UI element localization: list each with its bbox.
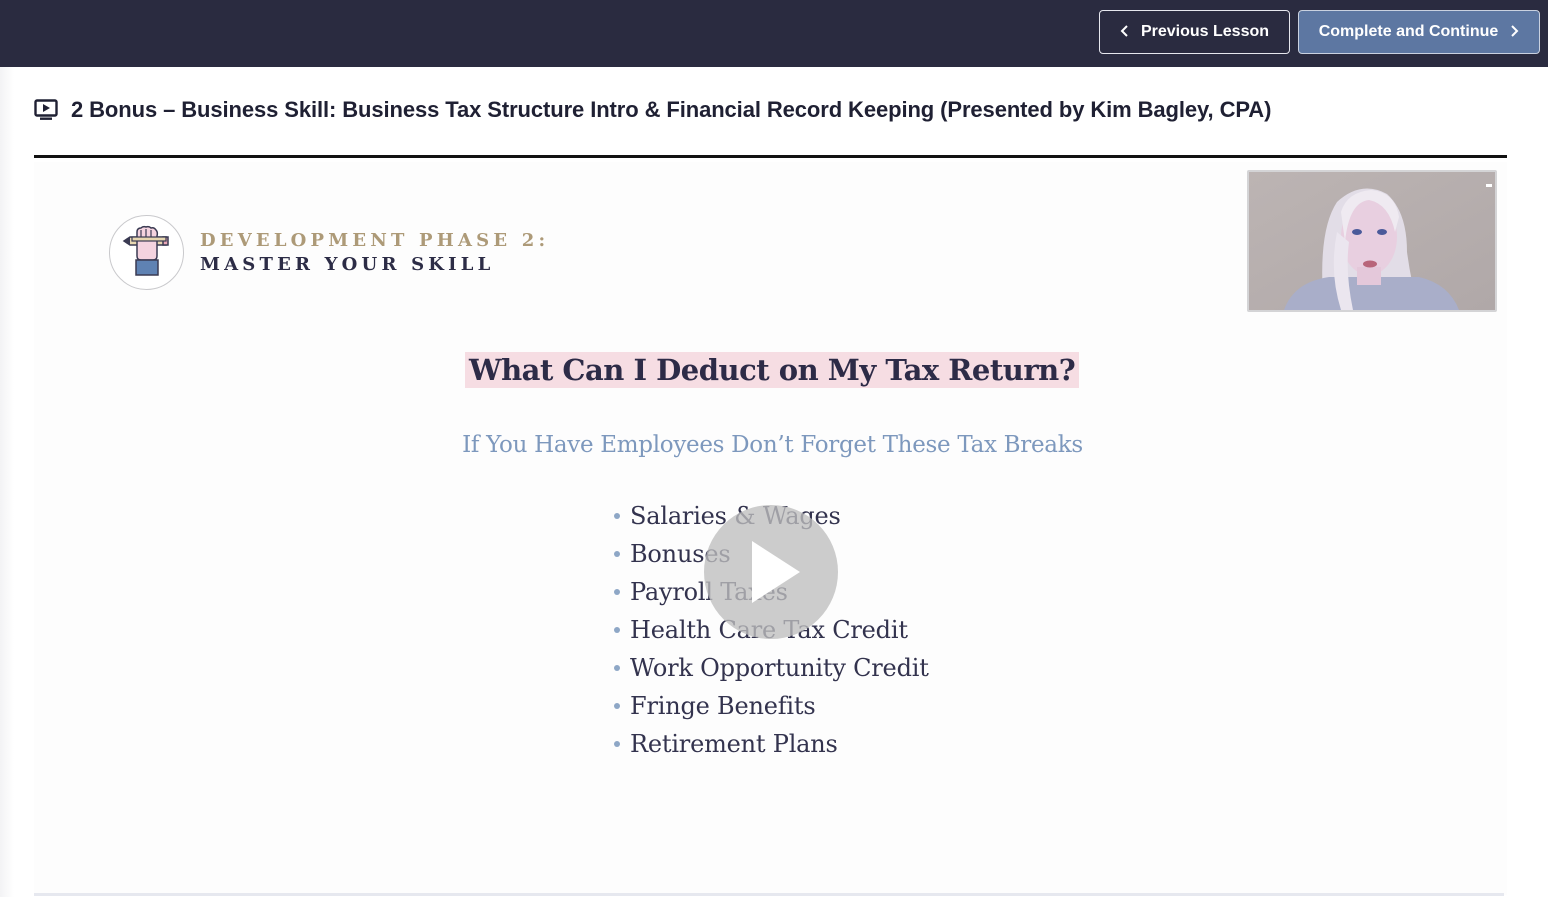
phase-subheading: MASTER YOUR SKILL — [200, 254, 495, 275]
lesson-title: 2 Bonus – Business Skill: Business Tax S… — [71, 97, 1272, 122]
previous-lesson-label: Previous Lesson — [1140, 23, 1270, 40]
bullet-icon — [614, 664, 620, 671]
chevron-right-icon — [1510, 24, 1519, 41]
chevron-left-icon — [1120, 24, 1129, 41]
bullet-icon — [614, 512, 620, 519]
complete-and-continue-label: Complete and Continue — [1318, 23, 1499, 40]
previous-lesson-button[interactable]: Previous Lesson — [1099, 10, 1290, 54]
list-item: Retirement Plans — [614, 726, 929, 764]
play-button[interactable] — [704, 505, 838, 639]
lesson-header: 2 Bonus – Business Skill: Business Tax S… — [34, 90, 1507, 158]
page-edge-shadow — [0, 67, 14, 897]
slide-title: What Can I Deduct on My Tax Return? — [465, 352, 1080, 388]
slide-subtitle: If You Have Employees Don’t Forget These… — [462, 432, 1083, 458]
complete-and-continue-button[interactable]: Complete and Continue — [1298, 10, 1540, 54]
bullet-icon — [614, 626, 620, 633]
list-item: Work Opportunity Credit — [614, 650, 929, 688]
play-icon — [752, 541, 800, 603]
bullet-icon — [614, 702, 620, 709]
video-progress-track[interactable] — [34, 893, 1504, 896]
bullet-icon — [614, 550, 620, 557]
list-item: Fringe Benefits — [614, 688, 929, 726]
list-item-text: Work Opportunity Credit — [630, 654, 929, 682]
bullet-icon — [614, 740, 620, 747]
video-player[interactable]: DEVELOPMENT PHASE 2: MASTER YOUR SKILL W… — [34, 162, 1507, 895]
list-item-text: Retirement Plans — [630, 730, 838, 758]
presenter-webcam — [1247, 170, 1497, 312]
bullet-icon — [614, 588, 620, 595]
list-item-text: Fringe Benefits — [630, 692, 816, 720]
video-lesson-icon — [34, 99, 58, 121]
phase-heading: DEVELOPMENT PHASE 2: — [200, 230, 550, 251]
hand-holding-pencil-icon — [109, 215, 184, 290]
top-navigation-bar: Previous Lesson Complete and Continue — [0, 0, 1548, 67]
